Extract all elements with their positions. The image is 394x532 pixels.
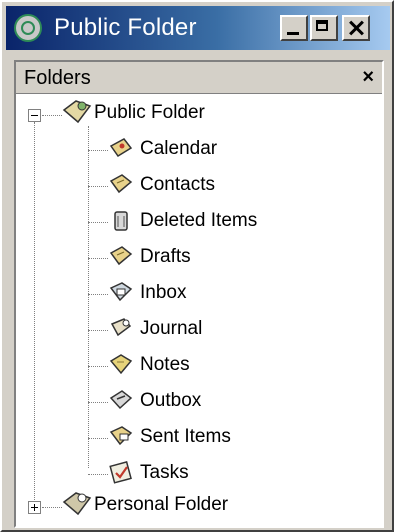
tree-node-calendar[interactable]: Calendar bbox=[16, 132, 376, 166]
tree-node-label: Public Folder bbox=[94, 102, 205, 123]
tree-connector bbox=[88, 438, 108, 439]
tree-node-label: Tasks bbox=[140, 462, 189, 483]
tree-node-sent-items[interactable]: Sent Items bbox=[16, 420, 376, 454]
tasks-icon bbox=[108, 460, 134, 484]
app-icon[interactable] bbox=[14, 14, 42, 42]
tree-node-journal[interactable]: Journal bbox=[16, 312, 376, 346]
tree-node-label: Journal bbox=[140, 318, 203, 339]
tree-node-outbox[interactable]: Outbox bbox=[16, 384, 376, 418]
tree-node-label: Personal Folder bbox=[94, 494, 229, 515]
close-window-button[interactable] bbox=[342, 15, 370, 41]
tree-node-label: Sent Items bbox=[140, 426, 231, 447]
tree-node-contacts[interactable]: Contacts bbox=[16, 168, 376, 202]
tree-node-label: Calendar bbox=[140, 138, 218, 159]
tree-connector bbox=[88, 222, 108, 223]
folders-pane-header: Folders × bbox=[16, 62, 382, 94]
close-pane-button[interactable]: × bbox=[362, 67, 374, 87]
tree-connector bbox=[88, 150, 108, 151]
tree-node-label: Notes bbox=[140, 354, 190, 375]
tree-node-personal-folder[interactable]: Personal Folder bbox=[16, 488, 376, 522]
minimize-button[interactable] bbox=[280, 15, 308, 41]
tree-node-notes[interactable]: Notes bbox=[16, 348, 376, 382]
tree-node-drafts[interactable]: Drafts bbox=[16, 240, 376, 274]
tree-node-label: Contacts bbox=[140, 174, 215, 195]
tree-connector bbox=[88, 330, 108, 331]
expand-toggle[interactable] bbox=[28, 501, 41, 514]
window-title: Public Folder bbox=[54, 14, 197, 41]
maximize-button[interactable] bbox=[310, 15, 338, 41]
journal-icon bbox=[108, 316, 134, 340]
tree-connector bbox=[88, 366, 108, 367]
collapse-toggle[interactable] bbox=[28, 109, 41, 122]
calendar-icon bbox=[108, 136, 134, 160]
tree-connector bbox=[42, 507, 62, 508]
tree-connector bbox=[88, 258, 108, 259]
tree-connector bbox=[88, 294, 108, 295]
notes-icon bbox=[108, 352, 134, 376]
folder-window: Public Folder Folders × Public Folder Cal… bbox=[0, 0, 394, 532]
tree-node-label: Inbox bbox=[140, 282, 187, 303]
tree-node-public-folder[interactable]: Public Folder bbox=[16, 96, 376, 130]
tree-node-deleted-items[interactable]: Deleted Items bbox=[16, 204, 376, 238]
sent-items-icon bbox=[108, 424, 134, 448]
tree-node-label: Outbox bbox=[140, 390, 202, 411]
contacts-icon bbox=[108, 172, 134, 196]
trash-icon bbox=[108, 208, 134, 232]
folders-pane: Folders × Public Folder Calendar Contacts D… bbox=[14, 60, 384, 528]
tree-connector bbox=[42, 115, 62, 116]
tree-connector bbox=[88, 474, 108, 475]
personal-folder-icon bbox=[62, 490, 92, 516]
folders-pane-title: Folders bbox=[24, 67, 91, 89]
public-folder-icon bbox=[62, 98, 92, 124]
tree-connector bbox=[88, 402, 108, 403]
title-bar[interactable]: Public Folder bbox=[6, 6, 390, 50]
tree-node-label: Drafts bbox=[140, 246, 191, 267]
tree-node-inbox[interactable]: Inbox bbox=[16, 276, 376, 310]
tree-connector bbox=[88, 186, 108, 187]
tree-node-label: Deleted Items bbox=[140, 210, 258, 231]
outbox-icon bbox=[108, 388, 134, 412]
tree-node-tasks[interactable]: Tasks bbox=[16, 456, 376, 490]
drafts-icon bbox=[108, 244, 134, 268]
inbox-icon bbox=[108, 280, 134, 304]
folder-tree: Public Folder Calendar Contacts Deleted Ite… bbox=[16, 96, 382, 526]
